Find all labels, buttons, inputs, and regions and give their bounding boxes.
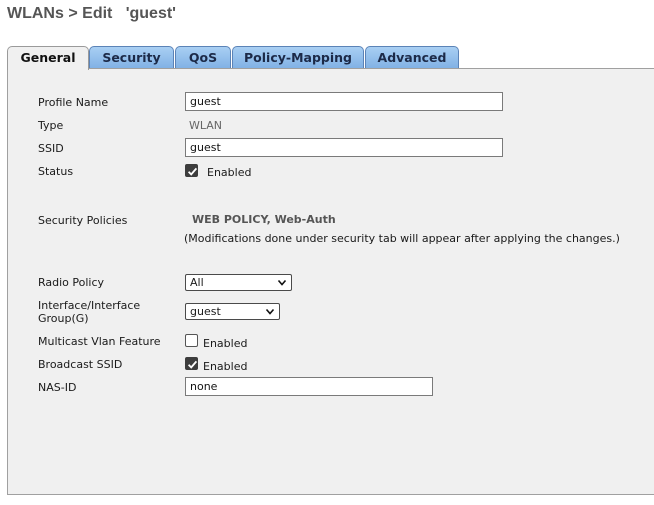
chevron-down-icon [277, 279, 287, 286]
status-label: Status [38, 165, 74, 178]
radio-policy-label: Radio Policy [38, 276, 105, 289]
multicast-vlan-label: Multicast Vlan Feature [38, 335, 161, 348]
ssid-input[interactable] [185, 138, 503, 157]
nas-id-input[interactable] [185, 377, 433, 396]
profile-name-label: Profile Name [38, 96, 109, 109]
checkmark-icon [187, 360, 198, 369]
status-checkbox[interactable] [185, 164, 198, 177]
interface-select[interactable]: guest [185, 303, 280, 320]
chevron-down-icon [265, 308, 275, 315]
page-title: WLANs > Edit 'guest' [7, 5, 176, 23]
nas-id-label: NAS-ID [38, 381, 77, 394]
interface-label: Interface/Interface Group(G) [38, 299, 140, 325]
broadcast-ssid-checkbox[interactable] [185, 357, 198, 370]
breadcrumb-action: Edit [82, 5, 113, 22]
tab-advanced[interactable]: Advanced [365, 46, 459, 69]
type-value: WLAN [189, 119, 223, 132]
breadcrumb-separator: > [68, 5, 78, 22]
radio-policy-selected: All [190, 276, 204, 289]
radio-policy-select[interactable]: All [185, 274, 292, 291]
interface-label-line1: Interface/Interface [38, 299, 141, 312]
type-label: Type [38, 119, 64, 132]
broadcast-ssid-label: Broadcast SSID [38, 358, 123, 371]
tab-qos[interactable]: QoS [175, 46, 231, 69]
checkmark-icon [187, 167, 198, 176]
ssid-label: SSID [38, 142, 64, 155]
interface-selected: guest [190, 305, 221, 318]
tab-policy-mapping[interactable]: Policy-Mapping [232, 46, 364, 69]
multicast-vlan-checkbox[interactable] [185, 334, 198, 347]
security-policies-note: (Modifications done under security tab w… [184, 232, 620, 245]
breadcrumb-profile: 'guest' [125, 5, 176, 22]
multicast-vlan-option-label: Enabled [203, 337, 248, 350]
security-policies-value: WEB POLICY, Web-Auth [192, 213, 336, 226]
interface-label-line2: Group(G) [38, 312, 89, 325]
breadcrumb-section: WLANs [7, 5, 64, 22]
profile-name-input[interactable] [185, 92, 503, 111]
security-policies-label: Security Policies [38, 214, 128, 227]
status-option-label: Enabled [207, 166, 252, 179]
tab-security[interactable]: Security [89, 46, 174, 69]
broadcast-ssid-option-label: Enabled [203, 360, 248, 373]
tab-general[interactable]: General [7, 46, 89, 70]
